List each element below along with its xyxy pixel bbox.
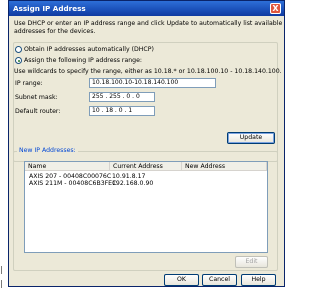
row-name: AXIS 211M - 00408C6B3FEC [29, 180, 117, 187]
subnet-octet-1: 255 [92, 93, 104, 100]
wildcard-hint: Use wildcards to specify the range, eith… [14, 68, 282, 75]
cancel-button[interactable]: Cancel [202, 274, 237, 286]
router-octet-4: 1 [128, 107, 133, 114]
dhcp-radio-label[interactable]: Obtain IP addresses automatically (DHCP) [24, 46, 154, 53]
close-icon: X [272, 4, 279, 13]
edge-mark [1, 280, 2, 288]
background-window-edge [0, 0, 8, 289]
subnet-octet-4: 0 [135, 93, 140, 100]
new-ip-group-label: New IP Addresses: [17, 147, 78, 154]
router-octet-2: 18 [105, 107, 114, 114]
manual-range-radio[interactable] [15, 57, 22, 64]
ip-range-value: 10.18.100.10-10.18.140.100 [92, 79, 179, 86]
manual-range-radio-label[interactable]: Assign the following IP address range: [24, 57, 142, 64]
dhcp-radio[interactable] [15, 46, 22, 53]
column-header-current-address[interactable]: Current Address [110, 162, 182, 171]
row-current-address: 10.91.8.17 [112, 173, 146, 180]
row-name: AXIS 207 - 00408C00076C [29, 173, 112, 180]
title-bar[interactable]: Assign IP Address X [9, 1, 284, 16]
help-button[interactable]: Help [241, 274, 276, 286]
dialog-title: Assign IP Address [13, 4, 86, 13]
default-router-input[interactable]: 10 . 18 . 0 . 1 [89, 106, 155, 116]
subnet-octet-2: 255 [109, 93, 121, 100]
edit-button[interactable]: Edit [235, 256, 268, 268]
update-button[interactable]: Update [227, 132, 275, 144]
intro-text-line1: Use DHCP or enter an IP address range an… [14, 20, 283, 27]
new-ip-list[interactable]: Name Current Address New Address AXIS 20… [24, 161, 268, 253]
subnet-mask-input[interactable]: 255 . 255 . 0 . 0 [89, 92, 155, 102]
ok-button[interactable]: OK [164, 274, 199, 286]
ip-range-label: IP range: [15, 80, 43, 87]
row-current-address: 192.168.0.90 [112, 180, 154, 187]
column-header-name[interactable]: Name [25, 162, 110, 171]
column-header-new-address[interactable]: New Address [182, 162, 267, 171]
default-router-label: Default router: [15, 108, 61, 115]
intro-text-line2: addresses for the devices. [14, 28, 96, 35]
subnet-mask-label: Subnet mask: [15, 94, 58, 101]
close-button[interactable]: X [270, 3, 281, 14]
table-row[interactable]: AXIS 207 - 00408C00076C [29, 173, 111, 180]
assign-ip-dialog: Assign IP Address X Use DHCP or enter an… [8, 0, 285, 287]
list-header: Name Current Address New Address [25, 162, 267, 171]
router-octet-1: 10 [92, 107, 100, 114]
ip-range-input[interactable]: 10.18.100.10-10.18.140.100 [89, 78, 216, 88]
table-row[interactable]: AXIS 211M - 00408C6B3FEC [29, 180, 116, 187]
edge-mark [1, 266, 2, 274]
